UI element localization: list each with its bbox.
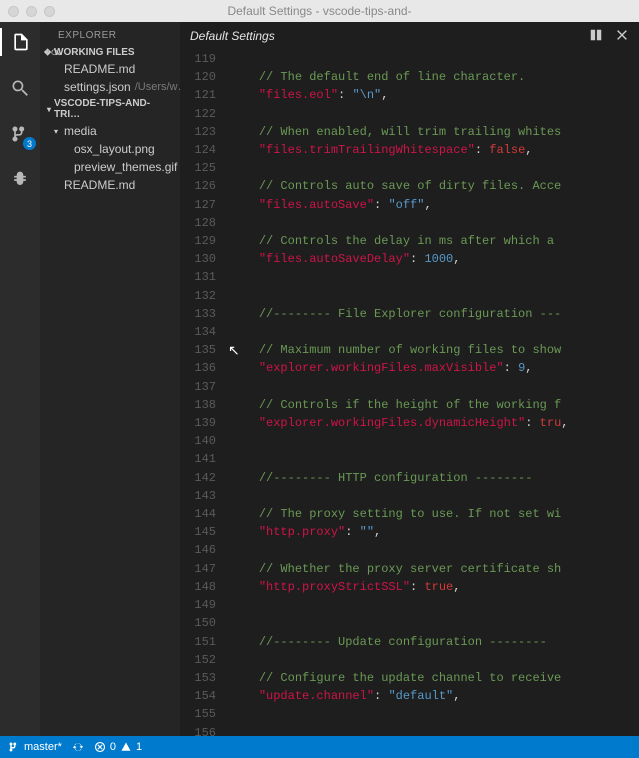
code-area[interactable]: 1191201211221231241251261271281291301311… bbox=[180, 50, 639, 736]
status-problems[interactable]: 0 1 bbox=[94, 741, 142, 753]
file-path: /Users/w… bbox=[135, 81, 180, 93]
error-count: 0 bbox=[110, 741, 116, 753]
file-item[interactable]: README.md bbox=[40, 176, 180, 194]
status-branch[interactable]: master* bbox=[8, 741, 62, 753]
split-editor-button[interactable] bbox=[589, 28, 603, 45]
folder-name: media bbox=[64, 124, 97, 138]
explorer-sidebar: EXPLORER �ം WORKING FILES README.md setti… bbox=[40, 22, 180, 736]
search-icon bbox=[10, 78, 30, 98]
folder-item[interactable]: ▾media bbox=[40, 122, 180, 140]
activity-git[interactable]: 3 bbox=[0, 120, 40, 148]
activity-debug[interactable] bbox=[0, 166, 40, 194]
warning-icon bbox=[120, 741, 132, 753]
status-sync[interactable] bbox=[72, 741, 84, 753]
project-label: VSCODE-TIPS-AND-TRI… bbox=[54, 98, 176, 120]
file-item[interactable]: preview_themes.gif bbox=[40, 158, 180, 176]
editor-tab-bar: Default Settings bbox=[180, 22, 639, 50]
working-files-section[interactable]: �ം WORKING FILES bbox=[40, 45, 180, 60]
file-item[interactable]: osx_layout.png bbox=[40, 140, 180, 158]
activity-explorer[interactable] bbox=[0, 28, 40, 56]
chevron-down-icon: ▾ bbox=[54, 127, 64, 136]
activity-search[interactable] bbox=[0, 74, 40, 102]
file-name: README.md bbox=[64, 62, 135, 76]
window-zoom-button[interactable] bbox=[44, 6, 55, 17]
window-titlebar: Default Settings - vscode-tips-and- bbox=[0, 0, 639, 22]
git-badge: 3 bbox=[23, 137, 36, 150]
code-content[interactable]: // The default end of line character. "f… bbox=[230, 50, 639, 736]
editor: Default Settings 11912012112212312412512… bbox=[180, 22, 639, 736]
bug-icon bbox=[10, 170, 30, 190]
working-file-item[interactable]: README.md bbox=[40, 60, 180, 78]
branch-name: master* bbox=[24, 741, 62, 753]
close-icon bbox=[615, 28, 629, 42]
window-close-button[interactable] bbox=[8, 6, 19, 17]
warning-count: 1 bbox=[136, 741, 142, 753]
close-editor-button[interactable] bbox=[615, 28, 629, 45]
split-icon bbox=[589, 28, 603, 42]
window-controls bbox=[8, 6, 55, 17]
activity-bar: 3 bbox=[0, 22, 40, 736]
window-title: Default Settings - vscode-tips-and- bbox=[0, 4, 639, 18]
working-file-item[interactable]: settings.json/Users/w… bbox=[40, 78, 180, 96]
files-icon bbox=[11, 32, 31, 52]
line-number-gutter: 1191201211221231241251261271281291301311… bbox=[180, 50, 230, 736]
project-section[interactable]: ▾ VSCODE-TIPS-AND-TRI… bbox=[40, 96, 180, 122]
chevron-down-icon: �ം bbox=[44, 48, 54, 58]
file-name: settings.json bbox=[64, 80, 131, 94]
working-files-label: WORKING FILES bbox=[54, 47, 135, 58]
error-icon bbox=[94, 741, 106, 753]
git-branch-icon bbox=[8, 741, 20, 753]
status-bar: master* 0 1 bbox=[0, 736, 639, 758]
editor-tab-title[interactable]: Default Settings bbox=[190, 29, 275, 43]
explorer-title: EXPLORER bbox=[40, 22, 180, 45]
sync-icon bbox=[72, 741, 84, 753]
chevron-down-icon: ▾ bbox=[44, 105, 54, 114]
window-minimize-button[interactable] bbox=[26, 6, 37, 17]
